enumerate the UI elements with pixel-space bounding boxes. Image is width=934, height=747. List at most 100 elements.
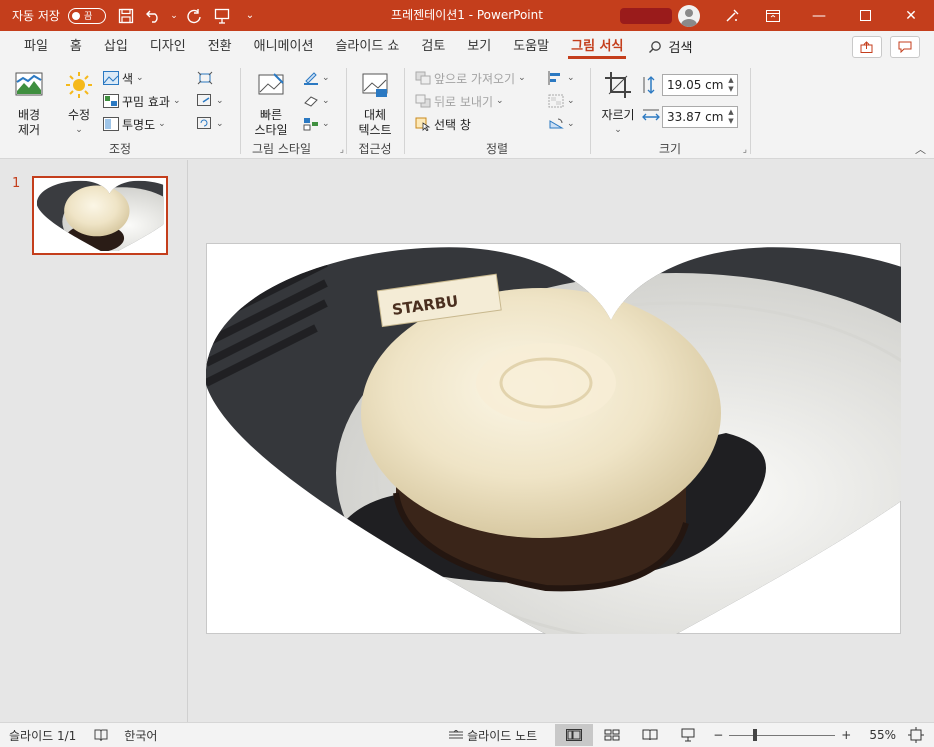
ribbon: 배경 제거 수정 ⌄ 색 ⌄ 꾸밈 효과 ⌄ 투명도 ⌄ ⌄ ⌄ 조정 빠른 스… bbox=[0, 62, 934, 159]
tab-animations[interactable]: 애니메이션 bbox=[243, 31, 325, 62]
avatar[interactable] bbox=[678, 4, 700, 27]
color-label: 색 bbox=[122, 71, 134, 86]
tab-design[interactable]: 디자인 bbox=[139, 31, 197, 62]
width-field[interactable]: 33.87 cm ▲ ▼ bbox=[662, 106, 738, 128]
reading-view-button[interactable] bbox=[631, 724, 669, 746]
dialog-launcher-icon[interactable]: ⌟ bbox=[340, 145, 344, 155]
rotate-icon bbox=[549, 118, 564, 129]
customize-toolbar-icon[interactable]: ⌄ bbox=[236, 0, 264, 31]
redo-icon[interactable] bbox=[180, 0, 208, 31]
group-accessibility-label: 접근성 bbox=[358, 142, 392, 156]
crop-button[interactable]: 자르기 ⌄ bbox=[597, 70, 639, 138]
search-label: 검색 bbox=[668, 41, 693, 56]
bring-forward-icon bbox=[415, 71, 431, 85]
bring-forward-label: 앞으로 가져오기 bbox=[434, 71, 516, 86]
tab-slideshow[interactable]: 슬라이드 쇼 bbox=[324, 31, 410, 62]
zoom-level[interactable]: 55% bbox=[869, 728, 896, 742]
group-adjust: 배경 제거 수정 ⌄ 색 ⌄ 꾸밈 효과 ⌄ 투명도 ⌄ ⌄ ⌄ 조정 bbox=[0, 62, 240, 159]
slide-sorter-button[interactable] bbox=[593, 724, 631, 746]
send-backward-button[interactable]: 뒤로 보내기 ⌄ bbox=[415, 91, 504, 111]
reset-picture-button[interactable]: ⌄ bbox=[197, 114, 224, 134]
zoom-slider-thumb[interactable] bbox=[753, 728, 758, 741]
tab-review[interactable]: 검토 bbox=[410, 31, 456, 62]
tab-insert[interactable]: 삽입 bbox=[93, 31, 139, 62]
picture-effects-button[interactable]: ⌄ bbox=[303, 91, 330, 111]
picture-border-icon bbox=[304, 72, 318, 85]
bring-forward-button[interactable]: 앞으로 가져오기 ⌄ bbox=[415, 68, 526, 88]
align-button[interactable]: ⌄ bbox=[548, 68, 575, 88]
selection-pane-button[interactable]: 선택 창 bbox=[415, 114, 471, 134]
title-bar: 자동 저장 끔 ⌄ ⌄ 프레젠테이션1 - PowerPoint — ✕ bbox=[0, 0, 934, 31]
heart-picture[interactable]: STARBU bbox=[206, 243, 901, 634]
autosave-toggle[interactable]: 끔 bbox=[67, 7, 106, 24]
maximize-icon[interactable] bbox=[842, 0, 888, 31]
transparency-icon bbox=[103, 117, 119, 131]
picture-layout-button[interactable]: ⌄ bbox=[303, 114, 330, 134]
slide-editor: STARBU bbox=[189, 160, 934, 722]
collapse-ribbon-icon[interactable]: ︿ bbox=[915, 141, 926, 157]
share-icon bbox=[860, 41, 873, 53]
group-objects-icon bbox=[548, 94, 564, 108]
zoom-out-button[interactable]: − bbox=[713, 728, 723, 742]
width-value: 33.87 cm bbox=[667, 110, 724, 124]
alt-text-button[interactable]: 대체 텍스트 bbox=[355, 70, 395, 138]
tab-help[interactable]: 도움말 bbox=[502, 31, 560, 62]
tab-home[interactable]: 홈 bbox=[59, 31, 93, 62]
color-button[interactable]: 색 ⌄ bbox=[103, 68, 144, 88]
tab-transitions[interactable]: 전환 bbox=[197, 31, 243, 62]
group-accessibility: 대체 텍스트 접근성 bbox=[347, 62, 403, 159]
zoom-slider[interactable] bbox=[729, 728, 836, 741]
undo-icon[interactable] bbox=[140, 0, 168, 31]
corrections-button[interactable]: 수정 ⌄ bbox=[62, 70, 96, 138]
width-spinner-icon[interactable]: ▲ ▼ bbox=[725, 107, 737, 127]
tab-picture-format[interactable]: 그림 서식 bbox=[560, 31, 634, 62]
minimize-icon[interactable]: — bbox=[796, 0, 842, 31]
quick-styles-label: 빠른 스타일 bbox=[254, 108, 288, 137]
language-indicator[interactable]: 한국어 bbox=[124, 727, 157, 744]
close-icon[interactable]: ✕ bbox=[888, 0, 934, 31]
notes-button[interactable]: 슬라이드 노트 bbox=[449, 727, 537, 744]
transparency-button[interactable]: 투명도 ⌄ bbox=[103, 114, 166, 134]
comments-button[interactable] bbox=[890, 36, 920, 58]
slide-counter: 슬라이드 1/1 bbox=[9, 728, 77, 743]
color-icon bbox=[103, 71, 119, 85]
fit-to-window-icon[interactable] bbox=[908, 727, 924, 743]
picture-border-button[interactable]: ⌄ bbox=[303, 68, 330, 88]
slide-thumbnail[interactable] bbox=[32, 176, 183, 256]
send-backward-label: 뒤로 보내기 bbox=[434, 94, 494, 109]
zoom-in-button[interactable]: + bbox=[841, 728, 851, 742]
height-spinner-icon[interactable]: ▲ ▼ bbox=[725, 75, 737, 95]
undo-dropdown-icon[interactable]: ⌄ bbox=[168, 0, 180, 31]
rotate-button[interactable]: ⌄ bbox=[548, 114, 575, 134]
search-icon bbox=[649, 40, 662, 53]
slideshow-view-button[interactable] bbox=[669, 724, 707, 746]
height-icon bbox=[643, 76, 655, 94]
normal-view-button[interactable] bbox=[555, 724, 594, 746]
change-picture-button[interactable]: ⌄ bbox=[197, 91, 224, 111]
autosave-state: 끔 bbox=[83, 12, 93, 22]
tab-view[interactable]: 보기 bbox=[456, 31, 502, 62]
compress-pictures-button[interactable] bbox=[197, 68, 213, 88]
slide-number: 1 bbox=[12, 176, 21, 191]
reading-view-icon bbox=[642, 729, 658, 741]
search-box[interactable]: 검색 bbox=[648, 37, 692, 56]
quick-styles-button[interactable]: 빠른 스타일 bbox=[247, 70, 295, 138]
remove-background-button[interactable]: 배경 제거 bbox=[10, 70, 48, 138]
size-dialog-launcher-icon[interactable]: ⌟ bbox=[743, 145, 747, 155]
group-objects-button[interactable]: ⌄ bbox=[548, 91, 575, 111]
accessibility-check-icon[interactable] bbox=[94, 728, 108, 742]
designer-icon[interactable] bbox=[714, 0, 750, 31]
artistic-effects-button[interactable]: 꾸밈 효과 ⌄ bbox=[103, 91, 181, 111]
redacted-username bbox=[620, 7, 672, 24]
ribbon-display-icon[interactable] bbox=[750, 0, 796, 31]
present-from-start-icon[interactable] bbox=[208, 0, 236, 31]
tab-file[interactable]: 파일 bbox=[13, 31, 59, 62]
ribbon-separator bbox=[750, 68, 751, 154]
share-button[interactable] bbox=[852, 36, 882, 58]
slide-sorter-icon bbox=[604, 729, 620, 741]
save-icon[interactable] bbox=[112, 0, 140, 31]
comment-icon bbox=[898, 41, 912, 53]
height-field[interactable]: 19.05 cm ▲ ▼ bbox=[662, 74, 738, 96]
selection-pane-icon bbox=[415, 117, 431, 131]
slide-canvas[interactable]: STARBU bbox=[206, 243, 901, 634]
